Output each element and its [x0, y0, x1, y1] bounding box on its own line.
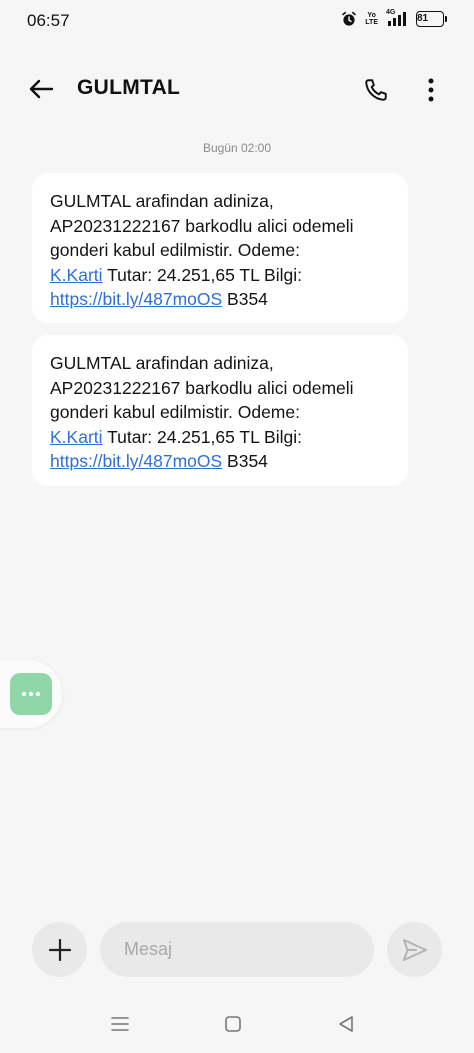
back-button[interactable]: [24, 72, 58, 106]
status-icons: Yo LTE 4G 81: [341, 9, 447, 27]
signal-label: 4G: [386, 9, 396, 16]
call-button[interactable]: [358, 72, 394, 108]
message-line: GULMTAL arafindan adiniza,: [50, 191, 274, 211]
url-link[interactable]: https://bit.ly/487moOS: [50, 451, 222, 471]
message-line: K.Karti Tutar: 24.251,65 TL Bilgi:: [50, 425, 398, 450]
send-icon: [402, 938, 427, 961]
quick-action-button[interactable]: [10, 673, 52, 715]
add-attachment-button[interactable]: [32, 922, 87, 977]
message-line: K.Karti Tutar: 24.251,65 TL Bilgi:: [50, 263, 398, 288]
date-separator: Bugün 02:00: [202, 141, 272, 155]
network-label-top: Yo: [367, 12, 376, 19]
phone-icon: [365, 79, 387, 101]
back-triangle-icon: [339, 1016, 353, 1032]
contact-name: GULMTAL: [77, 76, 181, 99]
message-input[interactable]: [100, 922, 374, 977]
network-label-bottom: LTE: [365, 19, 378, 26]
system-navigation-bar: [0, 1005, 474, 1045]
message-line: gonderi kabul edilmistir. Odeme:: [50, 402, 300, 422]
message-line: AP20231222167 barkodlu alici odemeli: [50, 377, 354, 398]
message-text: B354: [222, 451, 268, 471]
conversation-header: GULMTAL: [0, 60, 474, 116]
more-options-button[interactable]: [416, 72, 446, 108]
card-link[interactable]: K.Karti: [50, 265, 103, 285]
signal-icon: 4G: [386, 9, 408, 27]
status-bar: 06:57 Yo LTE 4G 81: [0, 0, 474, 44]
plus-icon: [48, 938, 71, 961]
message-text: Tutar: 24.251,65 TL Bilgi:: [102, 426, 302, 447]
url-link[interactable]: https://bit.ly/487moOS: [50, 289, 222, 309]
nav-back-button[interactable]: [328, 1009, 364, 1039]
quick-action-panel: [0, 660, 62, 728]
alarm-icon: [341, 11, 357, 27]
more-vertical-icon: [428, 78, 434, 102]
message-line: https://bit.ly/487moOS B354: [50, 449, 398, 474]
chat-dots-icon: [21, 691, 41, 697]
messaging-screen: 06:57 Yo LTE 4G 81 GULMTAL Bugün 02:00 G…: [0, 0, 474, 1053]
message-line: https://bit.ly/487moOS B354: [50, 287, 398, 312]
send-button[interactable]: [387, 922, 442, 977]
message-bubble[interactable]: GULMTAL arafindan adiniza, AP20231222167…: [32, 335, 408, 486]
message-bubble[interactable]: GULMTAL arafindan adiniza, AP20231222167…: [32, 173, 408, 323]
card-link[interactable]: K.Karti: [50, 427, 103, 447]
message-text: Tutar: 24.251,65 TL Bilgi:: [102, 264, 302, 285]
message-composer: [0, 920, 474, 980]
message-text: B354: [222, 289, 268, 309]
status-time: 06:57: [27, 11, 70, 30]
menu-icon: [111, 1017, 129, 1031]
message-line: AP20231222167 barkodlu alici odemeli: [50, 215, 354, 236]
message-line: gonderi kabul edilmistir. Odeme:: [50, 240, 300, 260]
home-button[interactable]: [215, 1009, 251, 1039]
volte-icon: Yo LTE: [365, 12, 378, 26]
battery-icon: 81: [416, 11, 447, 27]
home-icon: [225, 1016, 241, 1032]
recent-apps-button[interactable]: [102, 1009, 138, 1039]
message-line: GULMTAL arafindan adiniza,: [50, 353, 274, 373]
arrow-left-icon: [29, 79, 54, 99]
